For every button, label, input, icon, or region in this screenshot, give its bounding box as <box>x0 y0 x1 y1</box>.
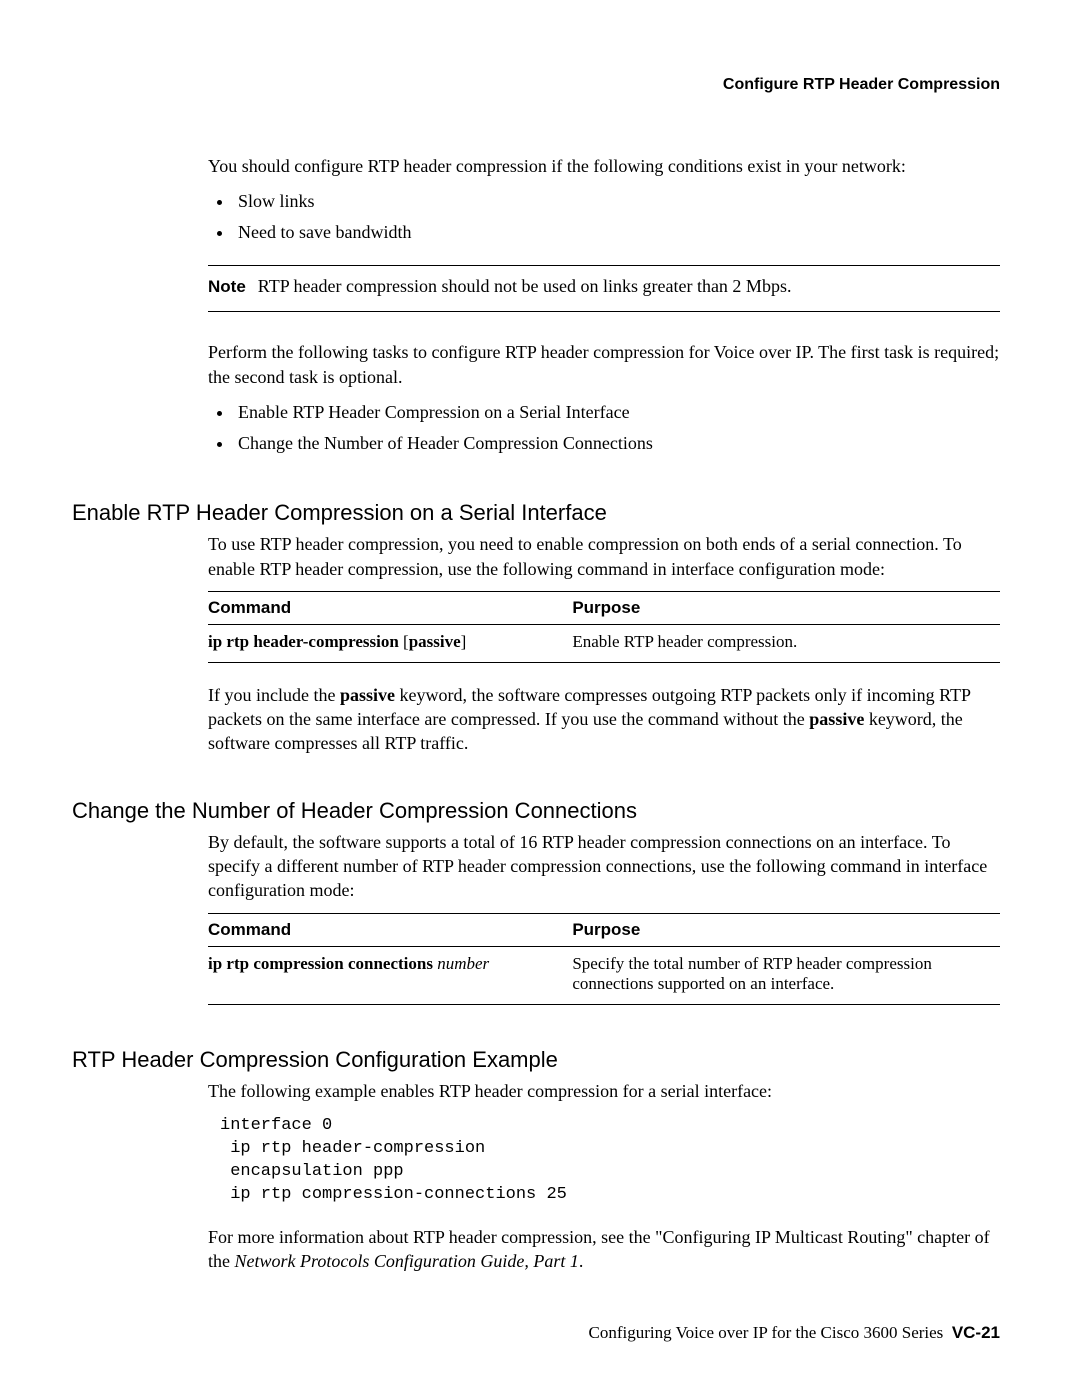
section-heading-example: RTP Header Compression Configuration Exa… <box>72 1047 1000 1073</box>
list-item: Change the Number of Header Compression … <box>234 428 1000 459</box>
command-text: ] <box>461 632 467 651</box>
command-option: passive <box>409 632 461 651</box>
command-keyword: ip rtp compression connections <box>208 954 433 973</box>
command-cell: ip rtp header-compression [passive] <box>208 624 572 662</box>
table-header-command: Command <box>208 591 572 624</box>
section3-body2: For more information about RTP header co… <box>208 1225 1000 1274</box>
table-row: ip rtp compression connections number Sp… <box>208 946 1000 1004</box>
command-cell: ip rtp compression connections number <box>208 946 572 1004</box>
section2-body: By default, the software supports a tota… <box>208 830 1000 903</box>
running-header: Configure RTP Header Compression <box>80 76 1000 94</box>
command-keyword: ip rtp header-compression <box>208 632 399 651</box>
command-table-2: Command Purpose ip rtp compression conne… <box>208 913 1000 1005</box>
purpose-cell: Enable RTP header compression. <box>572 624 1000 662</box>
table-header-purpose: Purpose <box>572 591 1000 624</box>
list-item: Need to save bandwidth <box>234 217 1000 248</box>
section1-body2: If you include the passive keyword, the … <box>208 683 1000 756</box>
section-heading-enable-compression: Enable RTP Header Compression on a Seria… <box>72 500 1000 526</box>
body-text: If you include the <box>208 685 340 705</box>
body-column: You should configure RTP header compress… <box>208 154 1000 458</box>
note-label: Note <box>208 277 246 296</box>
intro-bullet-list: Slow links Need to save bandwidth <box>208 186 1000 247</box>
inline-keyword: passive <box>809 709 864 729</box>
body-text: . <box>579 1251 584 1271</box>
note-block: Note RTP header compression should not b… <box>208 265 1000 312</box>
list-item: Enable RTP Header Compression on a Seria… <box>234 397 1000 428</box>
command-table-1: Command Purpose ip rtp header-compressio… <box>208 591 1000 663</box>
book-title: Network Protocols Configuration Guide, P… <box>235 1251 579 1271</box>
inline-keyword: passive <box>340 685 395 705</box>
section-heading-change-connections: Change the Number of Header Compression … <box>72 798 1000 824</box>
list-item: Slow links <box>234 186 1000 217</box>
intro-paragraph: You should configure RTP header compress… <box>208 154 1000 178</box>
command-argument: number <box>433 954 489 973</box>
table-header-command: Command <box>208 913 572 946</box>
note-text: RTP header compression should not be use… <box>258 276 792 296</box>
page-footer: Configuring Voice over IP for the Cisco … <box>589 1323 1000 1343</box>
footer-page-number: VC-21 <box>952 1323 1000 1342</box>
table-header-purpose: Purpose <box>572 913 1000 946</box>
footer-title: Configuring Voice over IP for the Cisco … <box>589 1323 944 1342</box>
section3-body1: The following example enables RTP header… <box>208 1079 1000 1103</box>
command-text: [ <box>399 632 409 651</box>
purpose-cell: Specify the total number of RTP header c… <box>572 946 1000 1004</box>
table-row: ip rtp header-compression [passive] Enab… <box>208 624 1000 662</box>
document-page: Configure RTP Header Compression You sho… <box>0 0 1080 1397</box>
tasks-bullet-list: Enable RTP Header Compression on a Seria… <box>208 397 1000 458</box>
tasks-paragraph: Perform the following tasks to configure… <box>208 340 1000 389</box>
section1-body: To use RTP header compression, you need … <box>208 532 1000 581</box>
code-block: interface 0 ip rtp header-compression en… <box>220 1115 1000 1207</box>
